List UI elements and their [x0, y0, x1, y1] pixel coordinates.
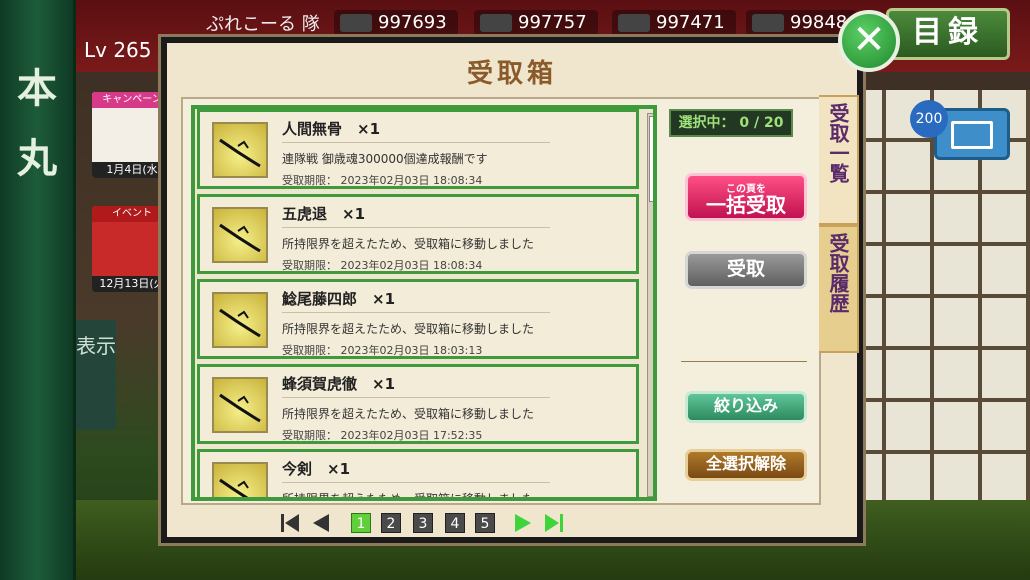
bulk-receive-label: 一括受取 — [706, 193, 786, 217]
sword-icon — [219, 393, 261, 423]
last-page-icon[interactable] — [543, 511, 565, 535]
player-level: Lv 265 — [84, 38, 152, 62]
item-deadline: 受取期限： 2023年02月03日 17:52:35 — [282, 429, 483, 442]
catalog-button[interactable]: 目録 — [886, 8, 1010, 60]
sword-icon — [219, 223, 261, 253]
divider — [282, 397, 550, 398]
button-divider — [681, 361, 807, 362]
list-item[interactable]: 五虎退 ×1 所持限界を超えたため、受取箱に移動しました 受取期限： 2023年… — [197, 194, 639, 274]
sword-thumbnail — [212, 122, 268, 178]
sword-thumbnail — [212, 292, 268, 348]
coolant-icon — [618, 14, 650, 32]
divider — [282, 312, 550, 313]
page-1[interactable]: 1 — [351, 513, 371, 533]
item-name: 鯰尾藤四郎 ×1 — [282, 290, 396, 308]
item-name: 人間無骨 ×1 — [282, 120, 381, 138]
item-deadline: 受取期限： 2023年02月03日 18:08:34 — [282, 174, 483, 187]
page-3[interactable]: 3 — [413, 513, 433, 533]
tab-receive-list[interactable]: 受取一覧 — [819, 95, 859, 225]
receive-button[interactable]: 受取 — [685, 251, 807, 289]
item-name: 今剣 ×1 — [282, 460, 351, 478]
envelope-icon — [951, 121, 993, 149]
page-4[interactable]: 4 — [445, 513, 465, 533]
squad-name: ぷれこーる 隊 — [206, 14, 320, 35]
filter-button[interactable]: 絞り込み — [685, 391, 807, 423]
charcoal-icon — [340, 14, 372, 32]
item-description: 連隊戦 御歳魂300000個達成報酬です — [282, 152, 488, 166]
deselect-all-button[interactable]: 全選択解除 — [685, 449, 807, 481]
sword-icon — [219, 478, 249, 497]
item-description: 所持限界を超えたため、受取箱に移動しました — [282, 407, 535, 421]
list-item[interactable]: 人間無骨 ×1 連隊戦 御歳魂300000個達成報酬です 受取期限： 2023年… — [197, 109, 639, 189]
tab-receive-list-label: 受取一覧 — [826, 103, 850, 183]
tab-receive-history[interactable]: 受取履歴 — [819, 225, 859, 353]
first-page-icon[interactable] — [279, 511, 301, 535]
resource-counter: 997471 — [612, 10, 736, 36]
item-description: 所持限界を超えたため、受取箱に移動しました — [282, 322, 535, 336]
item-list[interactable]: 人間無骨 ×1 連隊戦 御歳魂300000個達成報酬です 受取期限： 2023年… — [191, 105, 657, 501]
item-description: 所持限界を超えたため、受取箱に移動しました — [282, 492, 535, 501]
item-deadline: 受取期限： 2023年02月03日 18:03:13 — [282, 344, 483, 357]
bulk-receive-button[interactable]: この頁を 一括受取 — [685, 173, 807, 221]
inbox-panel: 受取箱 人間無骨 ×1 連隊戦 御歳魂300000個達成報酬です 受取期限： 2… — [167, 43, 859, 537]
item-name: 五虎退 ×1 — [282, 205, 366, 223]
list-scrollbar[interactable] — [647, 113, 653, 497]
prev-page-icon[interactable] — [309, 511, 331, 535]
tab-receive-history-label: 受取履歴 — [826, 233, 850, 313]
item-deadline: 受取期限： 2023年02月03日 18:08:34 — [282, 259, 483, 272]
item-name: 蜂須賀虎徹 ×1 — [282, 375, 396, 393]
next-page-icon[interactable] — [513, 511, 535, 535]
modal-title: 受取箱 — [466, 59, 557, 89]
list-item[interactable]: 今剣 ×1 所持限界を超えたため、受取箱に移動しました — [197, 449, 639, 501]
selection-counter: 選択中： 0 / 20 — [669, 109, 793, 137]
inbox-content: 人間無骨 ×1 連隊戦 御歳魂300000個達成報酬です 受取期限： 2023年… — [181, 97, 821, 505]
sword-icon — [219, 138, 261, 168]
whetstone-icon — [752, 14, 784, 32]
resource-counter: 997757 — [474, 10, 598, 36]
show-tab-label: 表示 — [76, 334, 116, 358]
divider — [282, 227, 550, 228]
page-5[interactable]: 5 — [475, 513, 495, 533]
mail-count-badge: 200 — [910, 100, 948, 138]
sword-thumbnail — [212, 377, 268, 433]
sidebar-title-char: 丸 — [17, 135, 57, 182]
close-icon[interactable]: ✕ — [838, 10, 900, 72]
sword-icon — [219, 308, 261, 338]
main-sidebar[interactable]: 本 丸 — [0, 0, 76, 580]
sword-thumbnail — [212, 207, 268, 263]
sidebar-title-char: 本 — [17, 65, 57, 112]
show-toggle-tab[interactable]: 表示 — [76, 320, 116, 430]
steel-icon — [480, 14, 512, 32]
divider — [282, 142, 550, 143]
inbox-modal: 受取箱 人間無骨 ×1 連隊戦 御歳魂300000個達成報酬です 受取期限： 2… — [158, 34, 866, 546]
list-item[interactable]: 鯰尾藤四郎 ×1 所持限界を超えたため、受取箱に移動しました 受取期限： 202… — [197, 279, 639, 359]
scroll-thumb[interactable] — [649, 116, 653, 202]
resource-counter: 997693 — [334, 10, 458, 36]
list-item[interactable]: 蜂須賀虎徹 ×1 所持限界を超えたため、受取箱に移動しました 受取期限： 202… — [197, 364, 639, 444]
item-description: 所持限界を超えたため、受取箱に移動しました — [282, 237, 535, 251]
divider — [282, 482, 550, 483]
sword-thumbnail — [212, 462, 268, 497]
page-2[interactable]: 2 — [381, 513, 401, 533]
